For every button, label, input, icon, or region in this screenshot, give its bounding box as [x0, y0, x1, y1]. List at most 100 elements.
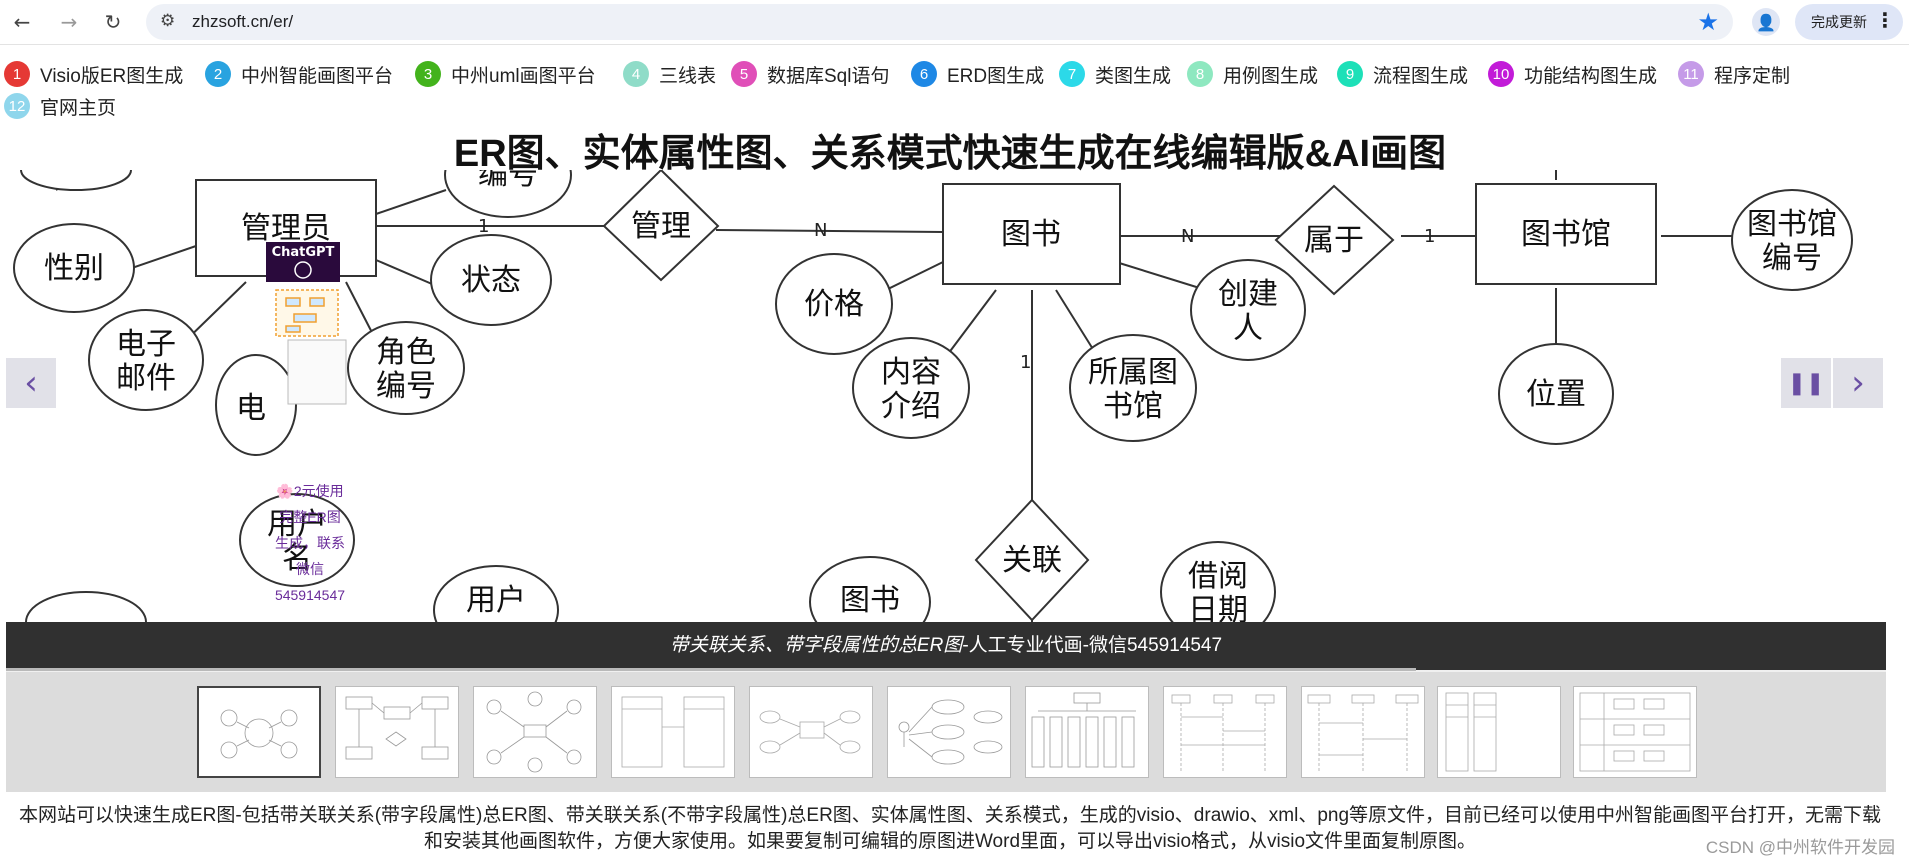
chevron-left-icon: ‹ [24, 363, 38, 403]
csdn-watermark: CSDN @中州软件开发园 [1705, 838, 1895, 857]
thumbnail-2[interactable] [335, 686, 459, 778]
entity-library-label: 图书馆 [1521, 217, 1611, 252]
nav-item-label: 功能结构图生成 [1524, 65, 1658, 87]
entity-book-label: 图书 [1001, 217, 1061, 252]
nav-number-badge: 10 [1488, 61, 1514, 87]
nav-item-label: ERD图生成 [947, 65, 1045, 87]
thumbnail-10[interactable] [1437, 686, 1561, 778]
forward-icon[interactable]: → [55, 8, 83, 36]
cardinality-label: 1 [478, 216, 489, 237]
attr-user-label: 用户 [466, 583, 526, 618]
nav-item-label: 流程图生成 [1373, 65, 1469, 87]
attr-role-number-label: 角色编号 [376, 335, 436, 404]
nav-number-badge: 7 [1059, 61, 1085, 87]
nav-number-badge: 6 [911, 61, 937, 87]
slide-progress-bar [6, 668, 1416, 671]
thumbnail-7[interactable] [1025, 686, 1149, 778]
nav-number-badge: 5 [731, 61, 757, 87]
flowchart-mini-icon [275, 289, 339, 337]
attr-price-label: 价格 [804, 287, 864, 322]
page-title: ER图、实体属性图、关系模式快速生成在线编辑版&AI画图 [453, 133, 1447, 175]
chatgpt-badge-label: ChatGPT [272, 245, 335, 260]
nav-item-label: 用例图生成 [1223, 65, 1319, 87]
menu-dots-icon[interactable]: ⋮ [1875, 8, 1895, 32]
thumbnail-8[interactable] [1163, 686, 1287, 778]
relation-associated-label: 关联 [1002, 543, 1062, 578]
attr-email-label: 电子邮件 [116, 327, 176, 396]
attr-intro-label: 内容介绍 [881, 355, 941, 424]
thumbnail-5[interactable] [749, 686, 873, 778]
thumbnail-9[interactable] [1301, 686, 1425, 778]
nav-item-three-line-table[interactable]: 4 三线表 [623, 60, 716, 88]
slide-caption: 带关联关系、带字段属性的总ER图-人工专业代画-微信545914547 [6, 622, 1886, 670]
nav-item-label: 中州uml画图平台 [451, 65, 596, 87]
nav-number-badge: 2 [205, 61, 231, 87]
thumbnail-11[interactable] [1573, 686, 1697, 778]
pause-button[interactable]: ❚❚ [1781, 358, 1831, 408]
nav-item-flowchart[interactable]: 9 流程图生成 [1337, 60, 1468, 88]
cardinality-label: N [1181, 226, 1194, 247]
relation-manage-label: 管理 [631, 209, 691, 244]
thumbnail-3[interactable] [473, 686, 597, 778]
caption-italic: 带关联关系、带字段属性的总ER图 [669, 635, 963, 656]
nav-item-label: 数据库Sql语句 [767, 65, 890, 87]
thumbnail-strip [6, 672, 1886, 792]
attr-book-label: 图书 [840, 583, 900, 618]
nav-item-erd[interactable]: 6 ERD图生成 [911, 60, 1044, 88]
attr-phone-label: 电 [236, 391, 266, 426]
chevron-right-icon: › [1851, 363, 1865, 403]
cardinality-label: 1 [1424, 226, 1435, 247]
nav-item-class-diagram[interactable]: 7 类图生成 [1059, 60, 1171, 88]
nav-number-badge: 9 [1337, 61, 1363, 87]
nav-item-use-case[interactable]: 8 用例图生成 [1187, 60, 1318, 88]
nav-item-label: 程序定制 [1714, 65, 1791, 87]
nav-item-custom-program[interactable]: 11 程序定制 [1678, 60, 1790, 88]
promo-line: 545914547 [274, 587, 346, 603]
browser-toolbar: ← → ↻ ⚙ zhzsoft.cn/er/ ★ 👤 完成更新 ⋮ [0, 0, 1909, 45]
nav-item-label: 官网主页 [40, 97, 117, 119]
nav-number-badge: 8 [1187, 61, 1213, 87]
thumbnail-6[interactable] [887, 686, 1011, 778]
back-icon[interactable]: ← [8, 8, 36, 36]
pause-icon: ❚❚ [1787, 370, 1825, 396]
attr-location-label: 位置 [1526, 377, 1586, 412]
site-description: 本网站可以快速生成ER图-包括带关联关系(带字段属性)总ER图、带关联关系(不带… [18, 805, 1882, 852]
attr-status-label: 状态 [461, 263, 521, 298]
site-settings-icon[interactable]: ⚙ [160, 11, 175, 31]
nav-item-smart-drawing[interactable]: 2 中州智能画图平台 [205, 60, 393, 88]
url-text: zhzsoft.cn/er/ [192, 12, 294, 31]
update-button[interactable]: 完成更新 ⋮ [1795, 4, 1903, 40]
nav-number-badge: 1 [4, 61, 30, 87]
caption-rest: -人工专业代画-微信545914547 [962, 635, 1223, 656]
profile-icon[interactable]: 👤 [1752, 8, 1780, 36]
update-label: 完成更新 [1811, 15, 1867, 31]
promo-line: 微信 [296, 561, 324, 577]
relation-belongs-label: 属于 [1304, 223, 1364, 258]
nav-number-badge: 4 [623, 61, 649, 87]
attr-borrow-date-label: 借阅日期 [1188, 559, 1248, 622]
promo-line: 🌸2元使用 [276, 483, 344, 499]
promo-line: 完整ER图 [279, 509, 341, 525]
diagram-mini-thumb-icon [287, 339, 347, 405]
thumbnail-4[interactable] [611, 686, 735, 778]
nav-item-homepage[interactable]: 12 官网主页 [4, 92, 116, 120]
nav-number-badge: 3 [415, 61, 441, 87]
nav-number-badge: 11 [1678, 61, 1704, 87]
next-slide-button[interactable]: › [1833, 358, 1883, 408]
nav-item-visio-er[interactable]: 1 Visio版ER图生成 [4, 60, 183, 88]
nav-item-sql[interactable]: 5 数据库Sql语句 [731, 60, 889, 88]
cardinality-label: N [814, 220, 827, 241]
reload-icon[interactable]: ↻ [99, 8, 127, 36]
thumbnail-1[interactable] [197, 686, 321, 778]
nav-item-label: 中州智能画图平台 [241, 65, 394, 87]
nav-item-function-structure[interactable]: 10 功能结构图生成 [1488, 60, 1657, 88]
entity-admin-label: 管理员 [241, 211, 331, 246]
nav-item-label: Visio版ER图生成 [40, 65, 184, 87]
nav-item-label: 类图生成 [1095, 65, 1172, 87]
address-bar[interactable]: ⚙ zhzsoft.cn/er/ ★ [146, 4, 1733, 40]
prev-slide-button[interactable]: ‹ [6, 358, 56, 408]
nav-number-badge: 12 [4, 93, 30, 119]
bookmark-star-icon[interactable]: ★ [1697, 8, 1719, 36]
promo-text[interactable]: 🌸2元使用 完整ER图 生成，联系 微信 545914547 [260, 478, 360, 608]
nav-item-uml[interactable]: 3 中州uml画图平台 [415, 60, 596, 88]
